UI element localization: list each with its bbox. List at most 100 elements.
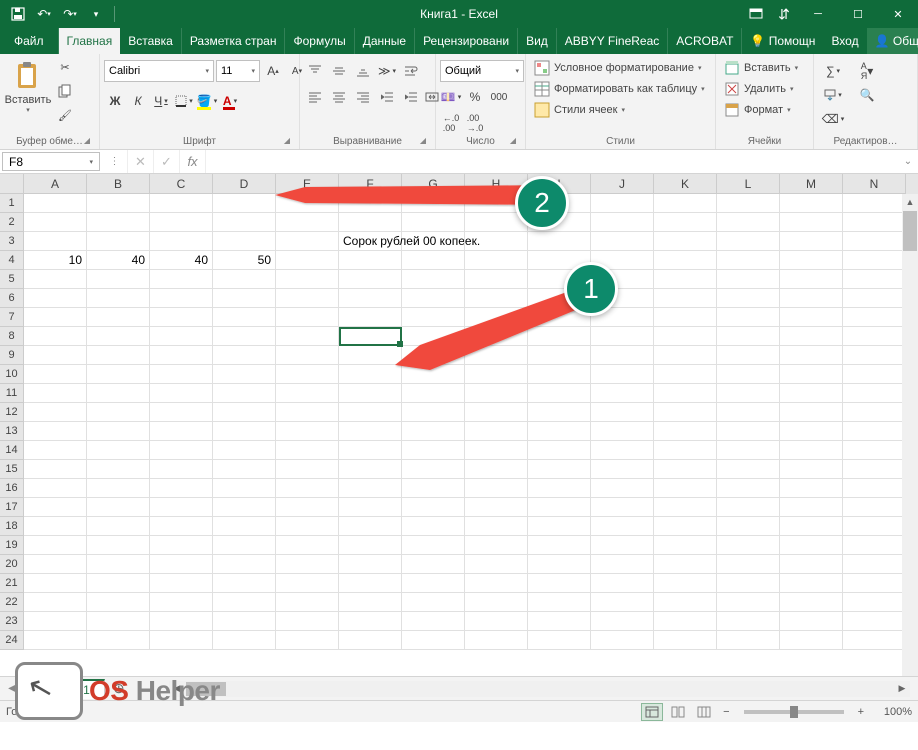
copy-button[interactable] [54,80,76,102]
cell[interactable] [276,213,339,232]
cell[interactable] [780,517,843,536]
cell[interactable] [150,593,213,612]
cell[interactable] [528,574,591,593]
cell[interactable] [150,384,213,403]
row-header[interactable]: 5 [0,270,24,289]
undo-button[interactable]: ↶▾ [32,3,56,25]
cell[interactable] [24,574,87,593]
row-header[interactable]: 16 [0,479,24,498]
cell[interactable] [654,460,717,479]
column-header[interactable]: L [717,174,780,194]
cell[interactable] [654,631,717,650]
cell[interactable] [717,308,780,327]
cell[interactable] [402,251,465,270]
font-name-select[interactable]: Calibri▾ [104,60,214,82]
dialog-launcher-icon[interactable]: ◢ [81,136,93,148]
cell[interactable] [843,403,906,422]
column-header[interactable]: C [150,174,213,194]
cell[interactable] [276,498,339,517]
cell[interactable] [87,498,150,517]
cell[interactable] [24,517,87,536]
cell[interactable] [24,460,87,479]
cell[interactable] [87,441,150,460]
cell[interactable] [528,498,591,517]
cell[interactable] [339,289,402,308]
formula-dropdown[interactable]: ⋮ [102,150,128,173]
cell[interactable] [24,365,87,384]
cancel-formula-button[interactable]: ✕ [128,150,154,173]
cell[interactable] [717,251,780,270]
cell[interactable] [528,232,591,251]
cell[interactable] [87,308,150,327]
row-header[interactable]: 7 [0,308,24,327]
share-button[interactable]: 👤 Общий доступ [867,28,918,54]
dialog-launcher-icon[interactable]: ◢ [507,136,519,148]
cell[interactable] [87,574,150,593]
cell[interactable] [87,289,150,308]
cell[interactable] [654,194,717,213]
cell[interactable] [780,498,843,517]
scroll-thumb[interactable] [903,211,917,251]
row-header[interactable]: 2 [0,213,24,232]
cell[interactable] [276,251,339,270]
cell[interactable] [276,574,339,593]
cell[interactable] [843,498,906,517]
row-header[interactable]: 3 [0,232,24,251]
cell[interactable] [528,403,591,422]
cell[interactable] [843,422,906,441]
cell[interactable] [465,422,528,441]
tab-file[interactable]: Файл [0,28,59,54]
row-header[interactable]: 24 [0,631,24,650]
cell[interactable] [339,555,402,574]
tab-insert[interactable]: Вставка [120,28,182,54]
cell[interactable] [402,194,465,213]
cell[interactable] [717,327,780,346]
cell[interactable] [87,517,150,536]
cell[interactable] [276,460,339,479]
cell[interactable] [528,479,591,498]
cell[interactable] [150,422,213,441]
column-header[interactable]: N [843,174,906,194]
cell[interactable] [843,289,906,308]
format-cells-button[interactable]: Формат▾ [720,100,795,120]
conditional-formatting-button[interactable]: Условное форматирование▾ [530,58,705,78]
cell[interactable] [654,403,717,422]
cell[interactable] [780,270,843,289]
cell[interactable] [654,270,717,289]
cell[interactable] [276,593,339,612]
cell[interactable] [528,460,591,479]
cell[interactable] [87,346,150,365]
cell[interactable] [591,536,654,555]
cell[interactable] [717,270,780,289]
cell[interactable] [528,365,591,384]
autosum-button[interactable]: ∑▾ [818,60,848,82]
cell[interactable] [843,441,906,460]
cell[interactable] [843,365,906,384]
cell[interactable] [402,213,465,232]
cell[interactable] [465,289,528,308]
cell[interactable] [150,479,213,498]
cell[interactable] [591,365,654,384]
cell[interactable] [717,213,780,232]
cell[interactable] [150,574,213,593]
cell[interactable] [465,403,528,422]
cell[interactable] [276,536,339,555]
cell[interactable] [780,403,843,422]
cell[interactable] [213,555,276,574]
cell[interactable] [402,308,465,327]
cell[interactable] [213,498,276,517]
cell[interactable] [465,327,528,346]
redo-button[interactable]: ↷▾ [58,3,82,25]
row-header[interactable]: 14 [0,441,24,460]
cell[interactable] [843,251,906,270]
dialog-launcher-icon[interactable]: ◢ [281,136,293,148]
cell[interactable] [24,536,87,555]
cells-grid[interactable]: Сорок рублей 00 копеек.10404050 [24,194,918,676]
cell[interactable] [591,441,654,460]
cell[interactable] [150,346,213,365]
sign-in[interactable]: Вход [823,28,866,54]
cell[interactable] [213,308,276,327]
cell[interactable] [24,403,87,422]
cell[interactable] [339,327,402,346]
cell[interactable] [150,403,213,422]
